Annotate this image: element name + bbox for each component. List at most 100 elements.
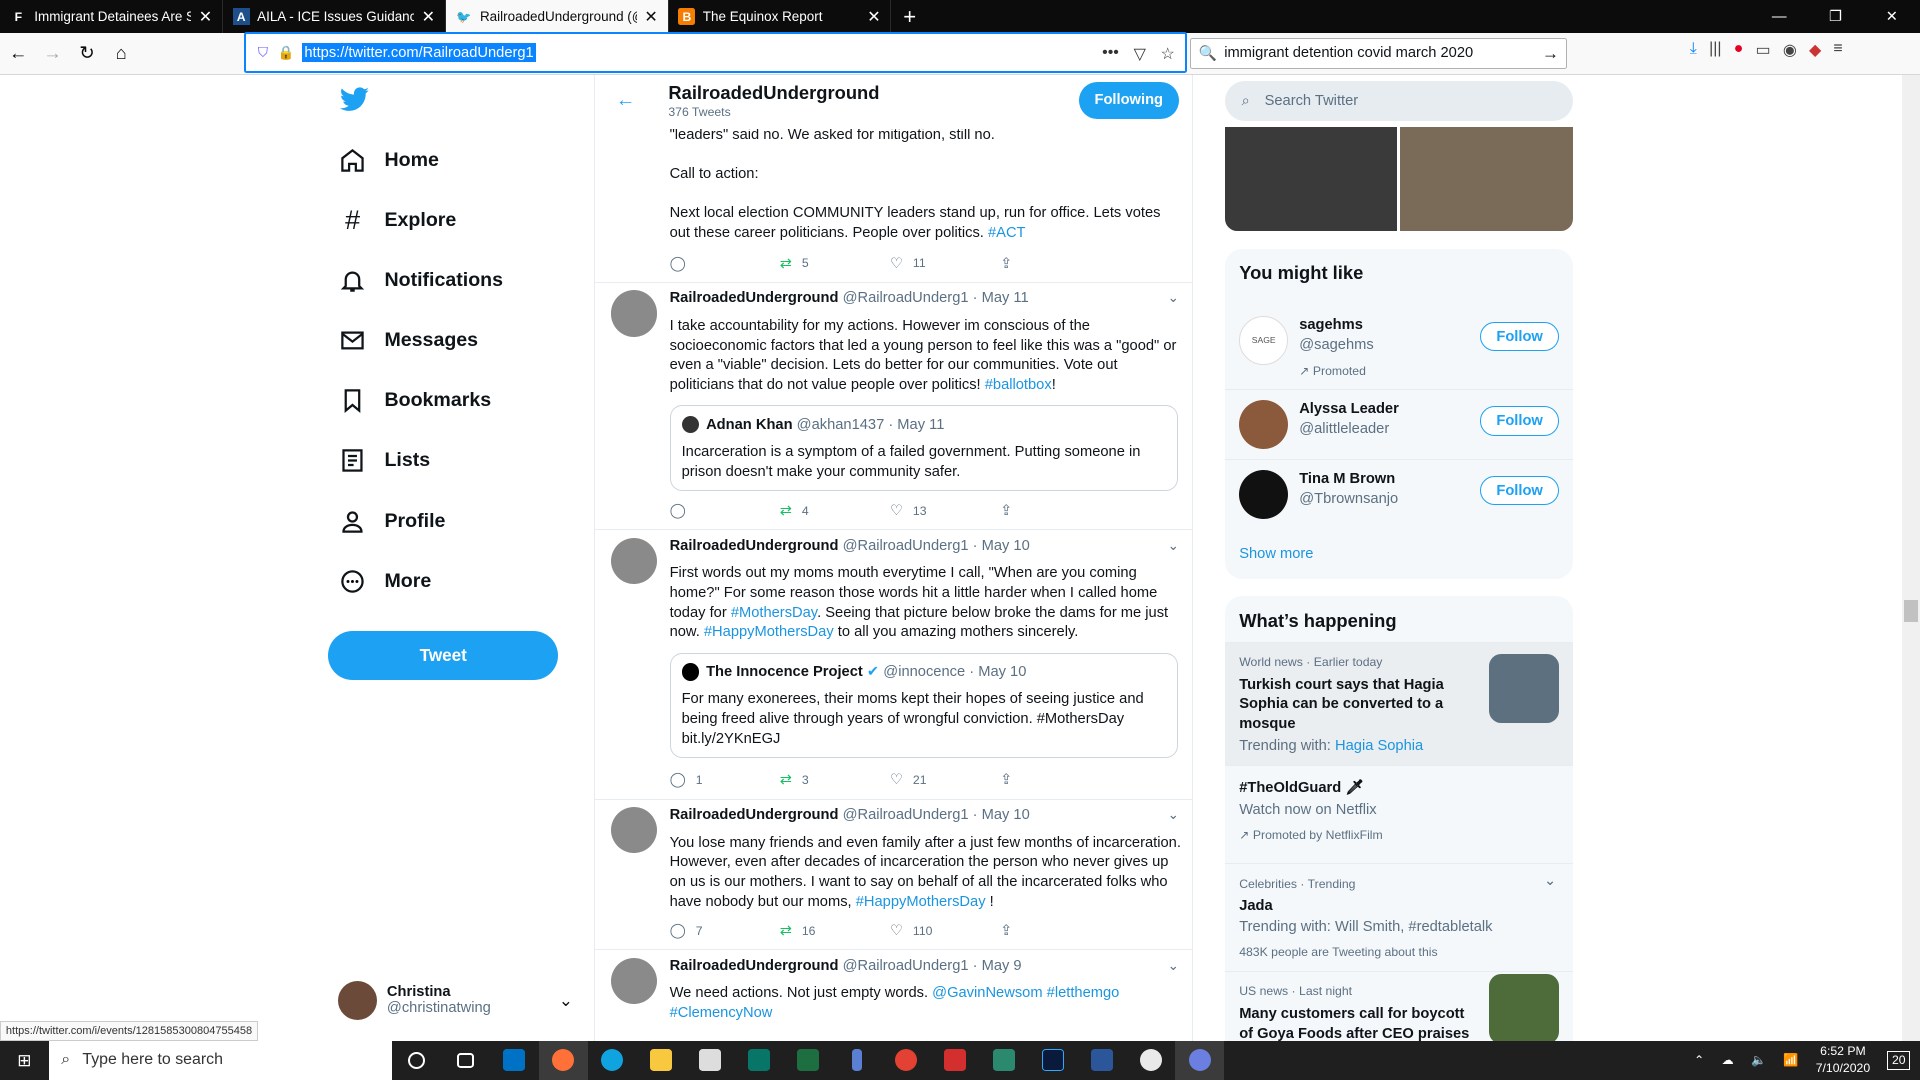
chevron-up-icon[interactable]: ⌃ [1694,1053,1704,1067]
trend-item[interactable]: US news · Last night Many customers call… [1224,971,1574,1041]
follow-button[interactable]: Follow [1480,476,1559,506]
browser-tab[interactable]: B The Equinox Report ✕ [669,0,892,34]
share-button[interactable]: ⇪ [1000,501,1110,521]
hashtag-link[interactable]: #HappyMothersDay [704,624,834,640]
like-button[interactable]: ♡ 13 [890,501,1000,521]
account-icon[interactable]: ◉ [1783,40,1797,60]
chevron-down-icon[interactable]: ⌄ [1168,958,1179,974]
close-tab-icon[interactable]: ✕ [644,7,657,27]
retweet-button[interactable]: ⇄ 3 [780,770,890,790]
browser-tab[interactable]: A AILA - ICE Issues Guidance on C ✕ [223,0,446,34]
close-tab-icon[interactable]: ✕ [422,7,435,27]
pocket-icon[interactable]: ▽ [1134,44,1146,64]
nav-notifications[interactable]: Notifications [338,262,503,299]
download-icon[interactable]: ⤓ [1690,40,1697,60]
media-thumbnail[interactable] [1399,127,1574,232]
author-name[interactable]: RailroadedUnderground [670,538,839,554]
pinterest-icon[interactable]: ● [1734,40,1744,60]
account-switcher[interactable]: Christina @christinatwing ⌄ [337,980,583,1022]
volume-icon[interactable]: 🔈 [1751,1053,1766,1067]
suggested-account[interactable]: Tina M Brown @Tbrownsanjo Follow [1224,459,1574,526]
photoshop-icon[interactable] [1028,1041,1077,1080]
page-scrollbar[interactable] [1901,74,1920,1041]
browser-search-input[interactable]: 🔍 immigrant detention covid march 2020 → [1190,37,1568,69]
reply-button[interactable]: ◯ 7 [670,921,780,941]
close-tab-icon[interactable]: ✕ [867,7,880,27]
wifi-icon[interactable]: 📶 [1783,1053,1798,1067]
forward-icon[interactable]: → [37,37,69,69]
like-button[interactable]: ♡ 110 [890,921,1000,941]
tweet[interactable]: RailroadedUnderground @RailroadUnderg1 ·… [594,283,1192,531]
tweet[interactable]: RailroadedUnderground @RailroadUnderg1 ·… [594,800,1192,951]
pen-icon[interactable] [833,1041,882,1080]
trend-link[interactable]: Hagia Sophia [1335,738,1423,754]
excel-icon[interactable] [784,1041,833,1080]
trend-item[interactable]: World news · Earlier today Turkish court… [1224,641,1574,766]
page-actions-icon[interactable]: ••• [1102,44,1119,64]
author-handle[interactable]: @RailroadUnderg1 [843,290,969,306]
photos-icon[interactable] [979,1041,1028,1080]
search-go-icon[interactable]: → [1542,43,1559,64]
url-bar[interactable]: ⛉ 🔒 https://twitter.com/RailroadUnderg1 … [243,31,1187,74]
media-thumbnail[interactable] [1224,127,1398,232]
tweet-date[interactable]: · May 11 [973,290,1029,306]
show-more-link[interactable]: Show more [1239,546,1313,562]
chevron-down-icon[interactable]: ⌄ [1544,872,1556,889]
nav-messages[interactable]: Messages [338,322,478,359]
acrobat-icon[interactable] [930,1041,979,1080]
author-handle[interactable]: @RailroadUnderg1 [843,538,969,554]
share-button[interactable]: ⇪ [1000,921,1110,941]
share-button[interactable]: ⇪ [1000,253,1110,273]
author-name[interactable]: RailroadedUnderground [670,290,839,306]
retweet-button[interactable]: ⇄ 16 [780,921,890,941]
trend-item[interactable]: #TheOldGuard 🗡 Watch now on Netflix ↗ Pr… [1224,765,1574,863]
hashtag-link[interactable]: #MothersDay [731,605,817,621]
trend-item[interactable]: Celebrities · Trending Jada Trending wit… [1224,863,1574,971]
author-handle[interactable]: @RailroadUnderg1 [843,807,969,823]
quoted-tweet[interactable]: Adnan Khan @akhan1437 · May 11 Incarcera… [669,405,1178,491]
sidebar-icon[interactable]: ▭ [1756,40,1771,60]
tweet-date[interactable]: · May 9 [973,958,1022,974]
home-icon[interactable]: ⌂ [105,37,137,69]
notifications-badge[interactable]: 20 [1887,1051,1911,1070]
back-icon[interactable]: ← [2,37,34,69]
firefox-icon[interactable] [538,1040,588,1080]
restore-icon[interactable]: ❐ [1807,0,1863,33]
like-button[interactable]: ♡ 11 [890,253,1000,273]
cortana-icon[interactable] [392,1041,441,1080]
library-icon[interactable]: ||| [1709,40,1721,60]
hashtag-link[interactable]: #HappyMothersDay [856,894,986,910]
url-text[interactable]: https://twitter.com/RailroadUnderg1 [301,43,537,62]
firefox-window-icon[interactable] [1175,1040,1225,1080]
edge-icon[interactable] [588,1041,637,1080]
new-tab-button[interactable]: + [891,0,928,33]
retweet-button[interactable]: ⇄ 4 [780,501,890,521]
cloud-icon[interactable]: ☁ [1722,1053,1734,1067]
nav-profile[interactable]: Profile [338,503,445,540]
file-explorer-icon[interactable] [637,1041,686,1080]
tweet[interactable]: RailroadedUnderground @RailroadUnderg1 ·… [595,950,1192,1041]
extension-icon[interactable]: ◆ [1809,40,1821,60]
tweet-date[interactable]: · May 10 [973,538,1030,554]
nav-home[interactable]: Home [338,142,439,179]
store-icon[interactable] [686,1041,735,1080]
author-name[interactable]: RailroadedUnderground [670,807,839,823]
windows-start-icon[interactable]: ⊞ [0,1041,49,1080]
nav-bookmarks[interactable]: Bookmarks [338,382,491,419]
like-button[interactable]: ♡ 21 [890,770,1000,790]
nav-explore[interactable]: # Explore [338,202,456,239]
browser-tab[interactable]: F Immigrant Detainees Are Sitting ✕ [0,0,223,34]
taskbar-search-input[interactable]: ⌕ Type here to search [48,1040,392,1080]
reload-icon[interactable]: ↻ [71,37,103,69]
browser-tab-active[interactable]: 🐦 RailroadedUnderground (@Rail ✕ [445,0,669,34]
task-view-icon[interactable] [441,1041,490,1080]
share-button[interactable]: ⇪ [1000,770,1110,790]
publisher-icon[interactable] [735,1041,784,1080]
nav-lists[interactable]: Lists [338,442,430,479]
twitter-search-input[interactable]: ⌕ Search Twitter [1224,80,1574,122]
reply-button[interactable]: ◯ [670,253,780,273]
author-name[interactable]: RailroadedUnderground [670,958,839,974]
outlook-icon[interactable] [490,1041,539,1080]
tweet-date[interactable]: · May 10 [973,807,1030,823]
nav-more[interactable]: More [338,563,431,600]
